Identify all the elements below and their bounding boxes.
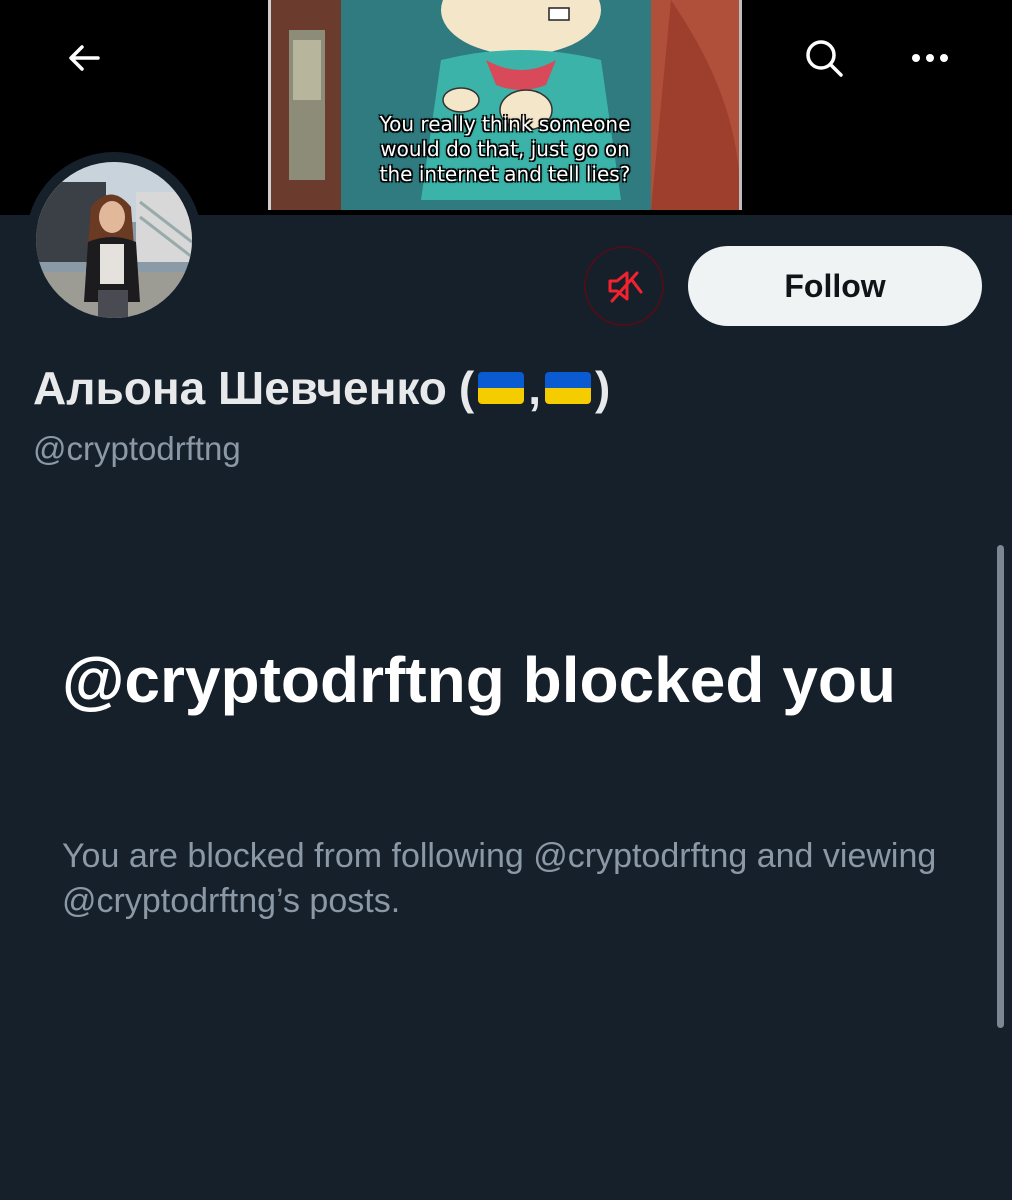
- display-name: Альона Шевченко ( , ): [33, 360, 610, 416]
- meme-caption: You really think someone would do that, …: [271, 112, 739, 187]
- ukraine-flag-icon: [478, 372, 525, 404]
- meme-caption-line: would do that, just go on: [380, 137, 630, 161]
- blocked-title: @cryptodrftng blocked you: [62, 644, 896, 716]
- avatar[interactable]: [26, 152, 202, 328]
- scrollbar[interactable]: [997, 545, 1004, 1028]
- search-button[interactable]: [796, 30, 852, 86]
- ukraine-flag-icon: [545, 372, 591, 404]
- back-button[interactable]: [56, 30, 112, 86]
- display-name-close-paren: ): [595, 362, 611, 414]
- more-horizontal-icon: [912, 54, 948, 62]
- meme-caption-line: the internet and tell lies?: [379, 162, 631, 186]
- profile-handle: @cryptodrftng: [33, 430, 241, 467]
- arrow-left-icon: [69, 45, 100, 71]
- blocked-description: You are blocked from following @cryptodr…: [62, 837, 937, 920]
- display-name-separator: ,: [528, 362, 541, 414]
- search-icon: [806, 40, 843, 77]
- muted-speaker-icon: [608, 271, 643, 303]
- follow-button[interactable]: Follow: [688, 246, 982, 326]
- avatar-image: [36, 162, 192, 318]
- display-name-open-paren: (: [458, 362, 475, 414]
- display-name-text: Альона Шевченко: [33, 362, 447, 414]
- banner-meme-image: You really think someone would do that, …: [268, 0, 742, 210]
- more-button[interactable]: [902, 30, 958, 86]
- avatar-photo: [36, 162, 192, 318]
- meme-caption-line: You really think someone: [379, 112, 631, 136]
- unmute-button[interactable]: [584, 246, 664, 326]
